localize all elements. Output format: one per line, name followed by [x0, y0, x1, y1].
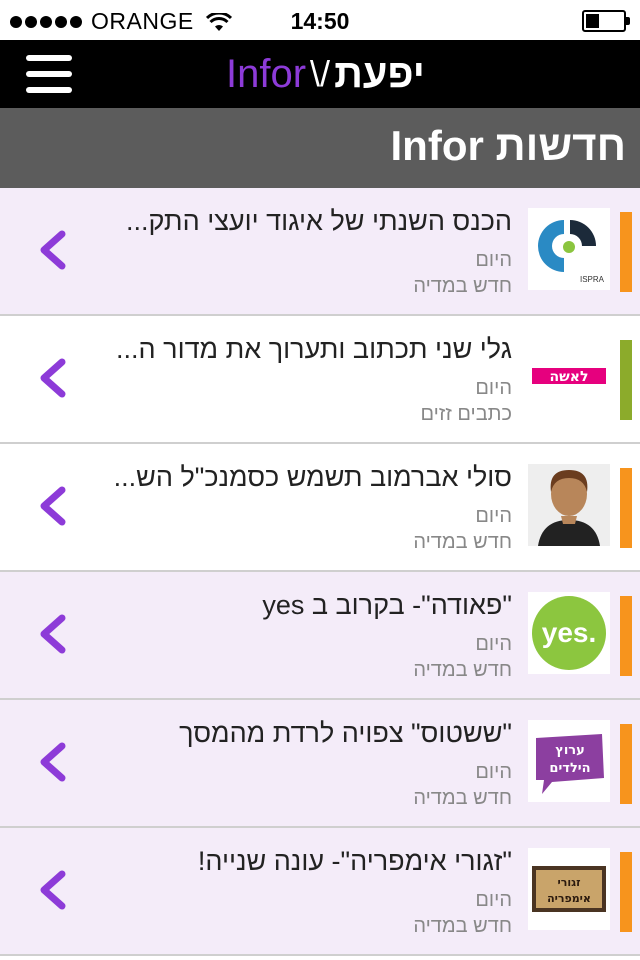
category-color-bar [620, 340, 632, 420]
chevron-left-icon[interactable] [34, 740, 70, 784]
kids-channel-logo-icon: ערוץ הילדים [528, 720, 610, 802]
news-category: חדש במדיה [413, 659, 512, 681]
svg-text:לאשה: לאשה [550, 369, 589, 385]
news-item-text: "ששטוס" צפויה לרדת מהמסך היום חדש במדיה [102, 714, 512, 812]
logo-mark: \/ [310, 53, 331, 94]
news-headline: "זגורי אימפריה"- עונה שנייה! [197, 846, 512, 876]
section-header: חדשות Infor [0, 108, 640, 188]
news-date: היום [475, 377, 512, 399]
category-color-bar [620, 212, 632, 292]
news-date: היום [475, 761, 512, 783]
news-list-item[interactable]: yes. "פאודה"- בקרוב ב yes היום חדש במדיה [0, 572, 640, 700]
zaguri-logo-icon: זגורי אימפריה [528, 848, 610, 930]
category-color-bar [620, 596, 632, 676]
portrait-photo-icon [528, 464, 610, 546]
category-color-bar [620, 852, 632, 932]
news-list: ISPRA הכנס השנתי של איגוד יועצי התק... ה… [0, 188, 640, 960]
svg-text:ISPRA: ISPRA [580, 275, 605, 284]
status-bar: ORANGE 14:50 [0, 0, 640, 40]
news-date: היום [475, 889, 512, 911]
news-list-item[interactable]: ISPRA הכנס השנתי של איגוד יועצי התק... ה… [0, 188, 640, 316]
news-item-text: "פאודה"- בקרוב ב yes היום חדש במדיה [102, 586, 512, 684]
ispra-logo-icon: ISPRA [528, 208, 610, 290]
svg-text:ערוץ: ערוץ [555, 743, 585, 758]
svg-text:אימפריה: אימפריה [547, 892, 591, 905]
chevron-left-icon[interactable] [34, 356, 70, 400]
news-headline: הכנס השנתי של איגוד יועצי התק... [126, 206, 512, 236]
news-list-item[interactable]: זגורי אימפריה "זגורי אימפריה"- עונה שנייה… [0, 828, 640, 956]
yes-logo-icon: yes. [528, 592, 610, 674]
category-color-bar [620, 724, 632, 804]
logo-infor-text: Infor [226, 51, 307, 96]
app-header: Infor \/ יפעת [0, 40, 640, 108]
chevron-left-icon[interactable] [34, 612, 70, 656]
svg-text:yes.: yes. [542, 617, 597, 648]
news-item-text: סולי אברמוב תשמש כסמנכ"ל הש... היום חדש … [102, 458, 512, 556]
chevron-left-icon[interactable] [34, 868, 70, 912]
app-logo: Infor \/ יפעת [226, 49, 425, 99]
news-category: חדש במדיה [413, 531, 512, 553]
news-date: היום [475, 505, 512, 527]
category-color-bar [620, 468, 632, 548]
news-headline: "ששטוס" צפויה לרדת מהמסך [179, 718, 512, 748]
news-category: חדש במדיה [413, 915, 512, 937]
chevron-left-icon[interactable] [34, 484, 70, 528]
news-headline: גלי שני תכתוב ותערוך את מדור ה... [116, 334, 512, 364]
hamburger-menu-icon[interactable] [26, 55, 72, 93]
news-date: היום [475, 633, 512, 655]
svg-text:זגורי: זגורי [558, 876, 581, 889]
battery-icon [582, 10, 630, 32]
news-list-item[interactable]: ערוץ הילדים "ששטוס" צפויה לרדת מהמסך היום… [0, 700, 640, 828]
news-headline: "פאודה"- בקרוב ב yes [262, 590, 512, 620]
laisha-logo-icon: לאשה [528, 336, 610, 418]
news-item-text: "זגורי אימפריה"- עונה שנייה! היום חדש במ… [102, 842, 512, 940]
news-category: חדש במדיה [413, 275, 512, 297]
news-category: כתבים זזים [420, 403, 512, 425]
news-list-item[interactable]: סולי אברמוב תשמש כסמנכ"ל הש... היום חדש … [0, 444, 640, 572]
news-date: היום [475, 249, 512, 271]
news-headline: סולי אברמוב תשמש כסמנכ"ל הש... [113, 462, 512, 492]
logo-hebrew-text: יפעת [334, 51, 425, 96]
status-time: 14:50 [290, 8, 350, 34]
news-item-text: גלי שני תכתוב ותערוך את מדור ה... היום כ… [102, 330, 512, 428]
news-category: חדש במדיה [413, 787, 512, 809]
svg-text:הילדים: הילדים [549, 761, 590, 776]
section-title: חדשות Infor [390, 122, 626, 169]
news-list-item[interactable]: לאשה גלי שני תכתוב ותערוך את מדור ה... ה… [0, 316, 640, 444]
chevron-left-icon[interactable] [34, 228, 70, 272]
news-item-text: הכנס השנתי של איגוד יועצי התק... היום חד… [102, 202, 512, 300]
